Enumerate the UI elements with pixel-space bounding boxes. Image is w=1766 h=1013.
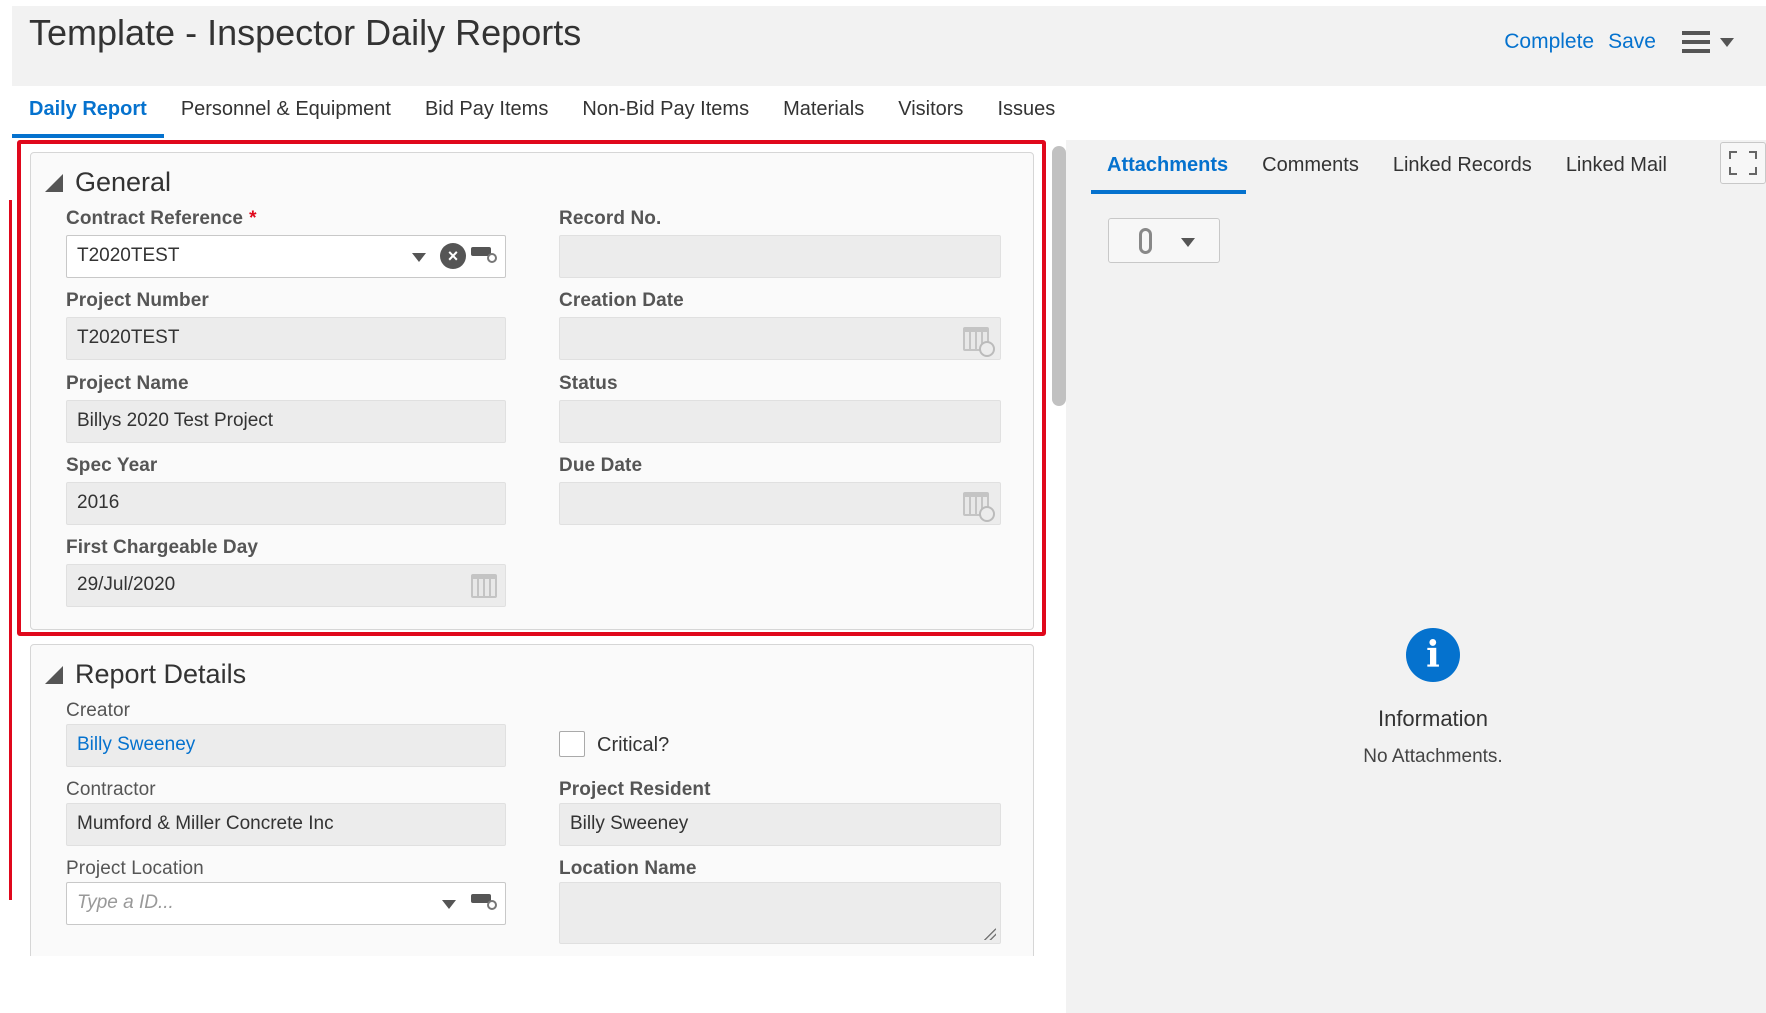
expand-icon[interactable] (1720, 142, 1766, 184)
project-name-label: Project Name (66, 373, 189, 394)
main-tabs: Daily Report Personnel & Equipment Bid P… (12, 86, 1072, 138)
tab-bid-pay-items[interactable]: Bid Pay Items (408, 86, 565, 138)
save-button[interactable]: Save (1608, 30, 1656, 54)
critical-label: Critical? (597, 734, 670, 756)
calendar-icon (963, 327, 995, 357)
location-name-label: Location Name (559, 858, 697, 879)
header-bar: Template - Inspector Daily Reports Compl… (12, 6, 1766, 86)
side-tabs: Attachments Comments Linked Records Link… (1091, 140, 1685, 194)
info-icon: i (1406, 628, 1460, 682)
project-location-placeholder: Type a ID... (77, 892, 174, 913)
required-marker: * (249, 208, 257, 229)
creation-date-label: Creation Date (559, 290, 684, 311)
contract-reference-input[interactable]: T2020TEST × (66, 235, 506, 278)
tab-daily-report[interactable]: Daily Report (12, 86, 164, 138)
record-no-label: Record No. (559, 208, 662, 229)
spec-year-label: Spec Year (66, 455, 158, 476)
general-section-header[interactable]: General (45, 167, 171, 198)
due-date-field (559, 482, 1001, 525)
tag-icon[interactable] (471, 892, 497, 910)
header-actions: Complete Save (1490, 30, 1734, 54)
contract-reference-label: Contract Reference * (66, 208, 257, 230)
section-title: General (75, 167, 172, 197)
calendar-icon (471, 574, 497, 598)
first-chargeable-day-value: 29/Jul/2020 (77, 574, 176, 595)
record-no-field (559, 235, 1001, 278)
location-name-textarea[interactable] (559, 882, 1001, 944)
tag-icon[interactable] (471, 245, 497, 263)
general-section: General Contract Reference * T2020TEST × … (30, 152, 1034, 630)
project-name-field: Billys 2020 Test Project (66, 400, 506, 443)
due-date-label: Due Date (559, 455, 643, 476)
project-resident-label: Project Resident (559, 779, 711, 800)
collapse-triangle-icon[interactable] (45, 665, 63, 684)
chevron-down-icon[interactable] (412, 253, 426, 262)
report-details-section-header[interactable]: Report Details (45, 659, 246, 690)
page: Template - Inspector Daily Reports Compl… (0, 0, 1766, 1013)
spec-year-field: 2016 (66, 482, 506, 525)
resize-grip-icon[interactable] (984, 928, 996, 940)
tab-visitors[interactable]: Visitors (881, 86, 980, 138)
tab-materials[interactable]: Materials (766, 86, 881, 138)
add-attachment-button[interactable] (1108, 218, 1220, 263)
project-location-input[interactable]: Type a ID... (66, 882, 506, 925)
tab-personnel-equipment[interactable]: Personnel & Equipment (164, 86, 408, 138)
critical-checkbox[interactable] (559, 731, 585, 757)
scrollbar[interactable] (1052, 146, 1066, 406)
project-location-label: Project Location (66, 858, 204, 879)
contract-reference-label-text: Contract Reference (66, 208, 244, 229)
chevron-down-icon[interactable] (442, 900, 456, 909)
tab-non-bid-pay-items[interactable]: Non-Bid Pay Items (565, 86, 766, 138)
contractor-field: Mumford & Miller Concrete Inc (66, 803, 506, 846)
project-number-label: Project Number (66, 290, 209, 311)
creation-date-field (559, 317, 1001, 360)
chevron-down-icon[interactable] (1181, 238, 1195, 247)
contract-reference-value: T2020TEST (77, 245, 180, 266)
page-title: Template - Inspector Daily Reports (29, 12, 582, 53)
paperclip-icon (1139, 228, 1152, 254)
project-number-field: T2020TEST (66, 317, 506, 360)
tab-issues[interactable]: Issues (980, 86, 1072, 138)
status-label: Status (559, 373, 618, 394)
hamburger-icon[interactable] (1682, 31, 1710, 53)
tab-linked-records[interactable]: Linked Records (1377, 140, 1550, 194)
bottom-strip (12, 956, 1066, 1013)
creator-link[interactable]: Billy Sweeney (77, 734, 195, 755)
tab-attachments[interactable]: Attachments (1091, 140, 1247, 194)
tab-linked-mail[interactable]: Linked Mail (1550, 140, 1685, 194)
calendar-icon (963, 492, 995, 522)
tab-comments[interactable]: Comments (1246, 140, 1377, 194)
clear-icon[interactable]: × (440, 243, 466, 269)
contractor-label: Contractor (66, 779, 156, 800)
first-chargeable-day-field: 29/Jul/2020 (66, 564, 506, 607)
info-message: No Attachments. (1363, 746, 1503, 767)
creator-label: Creator (66, 700, 131, 721)
report-details-section: Report Details Creator Billy Sweeney Cri… (30, 644, 1034, 956)
form-area: General Contract Reference * T2020TEST × … (12, 140, 1052, 956)
complete-button[interactable]: Complete (1504, 30, 1594, 54)
info-title: Information (1377, 706, 1489, 731)
project-resident-field: Billy Sweeney (559, 803, 1001, 846)
chevron-down-icon[interactable] (1720, 37, 1734, 47)
section-title: Report Details (75, 659, 247, 689)
first-chargeable-day-label: First Chargeable Day (66, 537, 259, 558)
creator-field: Billy Sweeney (66, 724, 506, 767)
side-panel: Attachments Comments Linked Records Link… (1066, 140, 1766, 1013)
status-field (559, 400, 1001, 443)
collapse-triangle-icon[interactable] (45, 173, 63, 192)
